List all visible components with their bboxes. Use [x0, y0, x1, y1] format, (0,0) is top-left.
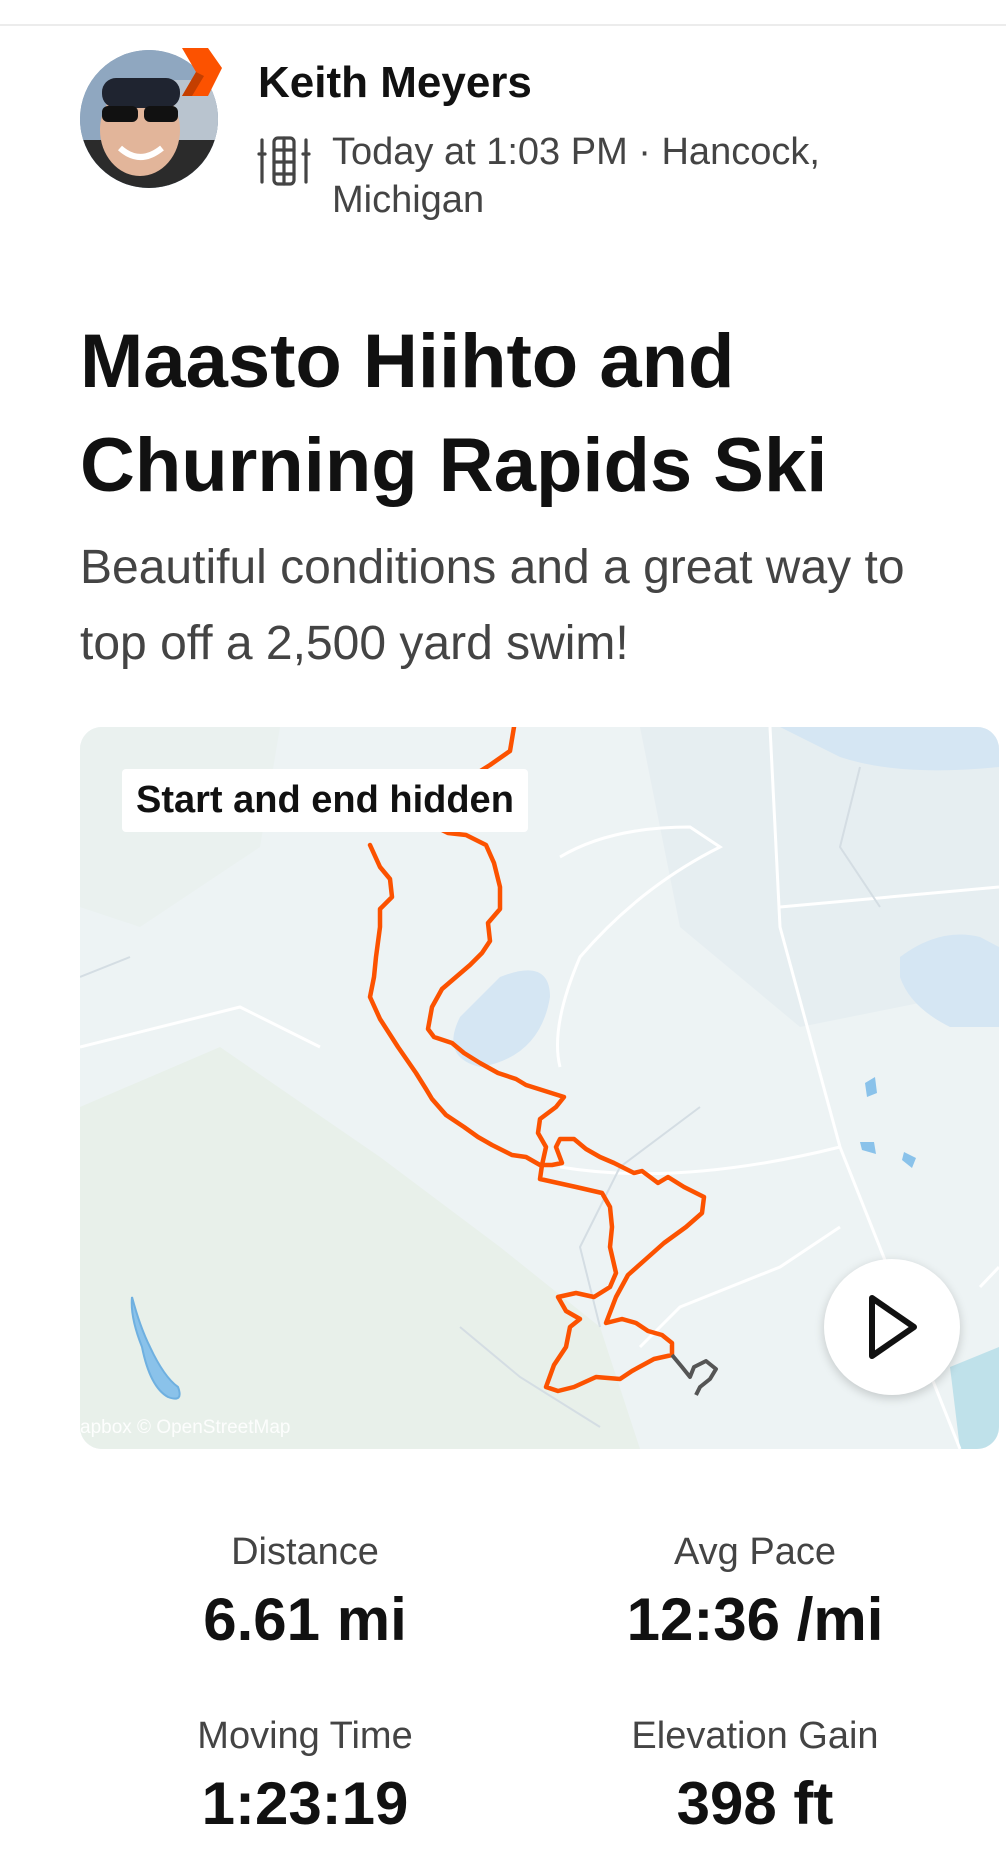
route-map[interactable]: Start and end hidden apbox © OpenStreetM… [80, 727, 999, 1449]
top-divider [0, 0, 1006, 26]
stat-value: 12:36 /mi [626, 1586, 884, 1653]
athlete-name[interactable]: Keith Meyers [258, 58, 532, 108]
map-attribution[interactable]: apbox © OpenStreetMap [80, 1417, 290, 1439]
stat-label: Distance [231, 1531, 379, 1573]
activity-stats: Distance 6.61 mi Avg Pace 12:36 /mi Movi… [80, 1510, 980, 1850]
stat-value: 6.61 mi [203, 1586, 407, 1653]
stat-label: Elevation Gain [631, 1715, 879, 1757]
nordic-ski-icon [257, 136, 311, 186]
stat-label: Moving Time [197, 1715, 413, 1757]
stat-elevation-gain: Elevation Gain 398 ft [530, 1714, 980, 1842]
play-icon [869, 1295, 917, 1359]
activity-description: Beautiful conditions and a great way to … [80, 541, 905, 670]
play-flyover-button[interactable] [824, 1259, 960, 1395]
activity-header: Keith Meyers Today at 1:03 PM · Hancock,… [80, 48, 980, 240]
activity-time-location: Today at 1:03 PM · Hancock, Michigan [332, 131, 820, 221]
stat-distance: Distance 6.61 mi [80, 1530, 530, 1658]
stat-avg-pace: Avg Pace 12:36 /mi [530, 1530, 980, 1658]
stat-moving-time: Moving Time 1:23:19 [80, 1714, 530, 1842]
athlete-avatar[interactable] [80, 48, 222, 188]
subscriber-badge-icon [182, 48, 222, 96]
privacy-label: Start and end hidden [122, 769, 528, 832]
stat-label: Avg Pace [674, 1531, 836, 1573]
stat-value: 1:23:19 [201, 1770, 409, 1837]
stat-value: 398 ft [676, 1770, 834, 1837]
activity-title[interactable]: Maasto Hiihto and Churning Rapids Ski [80, 310, 980, 518]
